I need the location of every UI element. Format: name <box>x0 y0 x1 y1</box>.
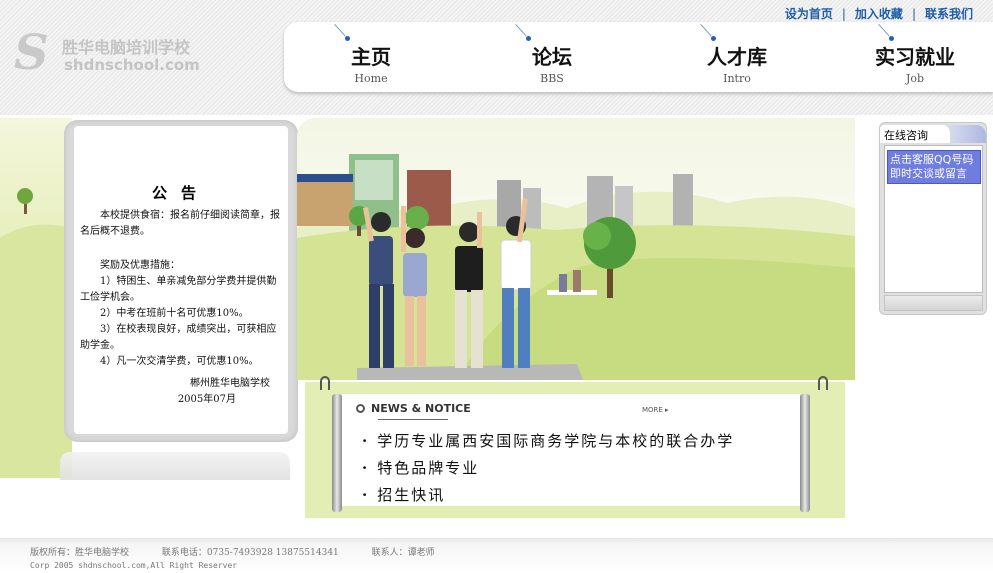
site-logo[interactable]: S 胜华电脑培训学校 shdnschool.com <box>14 28 214 80</box>
footer-copyright: 版权所有：胜华电脑学校 <box>30 548 130 558</box>
left-panel-tab <box>60 452 290 480</box>
nav-pin-icon <box>701 24 716 41</box>
target-circle-icon <box>356 404 365 413</box>
banner-illustration <box>297 118 855 380</box>
nav-item-bbs[interactable]: 论坛 BBS <box>472 22 632 92</box>
scroll-hook-icon <box>320 376 330 390</box>
nav-sublabel: Home <box>354 72 388 85</box>
set-homepage-link[interactable]: 设为首页 <box>785 7 833 21</box>
nav-label: 人才库 <box>707 45 767 69</box>
consult-tab-label: 在线咨询 <box>880 125 950 143</box>
news-scroll: NEWS & NOTICE MORE ▸ 学历专业属西安国际商务学院与本校的联合… <box>320 376 830 514</box>
consult-tab-decoration <box>948 125 986 143</box>
footer-contact: 联系人：谭老师 <box>371 548 435 558</box>
nav-sublabel: Intro <box>723 72 751 85</box>
nav-item-intro[interactable]: 人才库 Intro <box>657 22 817 92</box>
news-list: 学历专业属西安国际商务学院与本校的联合办学 特色品牌专业 招生快讯 <box>362 428 792 509</box>
news-more-link[interactable]: MORE ▸ <box>642 406 669 414</box>
left-decoration <box>0 118 72 478</box>
main-nav: 主页 Home 论坛 BBS 人才库 Intro 实习就业 Job <box>284 22 993 92</box>
logo-domain: shdnschool.com <box>64 56 200 74</box>
notice-date: 2005年07月 <box>177 394 236 405</box>
notice-body: 本校提供食宿：报名前仔细阅读简章，报名后概不退费。 奖励及优惠措施： 1）特困生… <box>80 208 286 408</box>
nav-item-job[interactable]: 实习就业 Job <box>835 22 993 92</box>
header: S 胜华电脑培训学校 shdnschool.com 设为首页 | 加入收藏 | 联系我们… <box>0 0 993 115</box>
students-cheering-image <box>297 118 855 380</box>
top-link-separator: | <box>841 7 846 21</box>
notice-measures-title: 奖励及优惠措施： <box>100 260 180 271</box>
notice-item: 2）中考在班前十名可优惠10%。 <box>100 308 249 319</box>
footer-info: 版权所有：胜华电脑学校 联系电话：0735-7493928 1387551434… <box>30 545 465 558</box>
logo-s-icon: S <box>14 25 49 81</box>
scroll-rod <box>800 394 810 512</box>
nav-item-home[interactable]: 主页 Home <box>291 22 451 92</box>
nav-sublabel: BBS <box>540 72 564 85</box>
nav-pin-icon <box>516 24 531 41</box>
news-heading-text: NEWS & NOTICE <box>371 402 471 415</box>
notice-paper: 公告 本校提供食宿：报名前仔细阅读简章，报名后概不退费。 奖励及优惠措施： 1）… <box>74 126 288 434</box>
notice-panel: 公告 本校提供食宿：报名前仔细阅读简章，报名后概不退费。 奖励及优惠措施： 1）… <box>64 120 298 442</box>
news-item[interactable]: 特色品牌专业 <box>362 455 792 482</box>
footer-corp: Corp 2005 shdnschool.com,All Right Reser… <box>30 561 238 570</box>
news-heading-underline <box>378 419 448 420</box>
nav-label: 论坛 <box>532 45 572 69</box>
news-paper: NEWS & NOTICE MORE ▸ 学历专业属西安国际商务学院与本校的联合… <box>342 394 800 506</box>
notice-signature: 郴州胜华电脑学校 <box>190 378 270 389</box>
consult-footer-bar <box>884 295 983 311</box>
notice-title: 公告 <box>151 184 210 202</box>
nav-label: 实习就业 <box>875 45 955 69</box>
news-item[interactable]: 学历专业属西安国际商务学院与本校的联合办学 <box>362 428 792 455</box>
scroll-rod <box>332 394 342 512</box>
footer-phone: 联系电话：0735-7493928 13875514341 <box>161 548 339 558</box>
notice-item: 4）凡一次交清学费，可优惠10%。 <box>100 356 259 367</box>
nav-pin-icon <box>879 24 894 41</box>
add-favorite-link[interactable]: 加入收藏 <box>855 7 903 21</box>
nav-pin-icon <box>335 24 350 41</box>
contact-us-link[interactable]: 联系我们 <box>925 7 973 21</box>
scroll-hook-icon <box>818 376 828 390</box>
consult-content: 点击客服QQ号码即时交谈或留言 <box>884 145 983 293</box>
news-heading: NEWS & NOTICE <box>356 402 471 415</box>
notice-item: 1）特困生、单亲减免部分学费并提供勤工俭学机会。 <box>80 276 277 303</box>
news-item[interactable]: 招生快讯 <box>362 482 792 509</box>
top-links: 设为首页 | 加入收藏 | 联系我们 <box>785 5 973 22</box>
nav-sublabel: Job <box>905 72 925 85</box>
notice-item: 3）在校表现良好，成绩突出，可获相应助学金。 <box>80 324 277 351</box>
online-consult-panel: 在线咨询 点击客服QQ号码即时交谈或留言 <box>879 122 987 315</box>
logo-chinese-name: 胜华电脑培训学校 <box>62 38 191 57</box>
footer: 版权所有：胜华电脑学校 联系电话：0735-7493928 1387551434… <box>0 538 993 573</box>
qq-consult-link[interactable]: 点击客服QQ号码即时交谈或留言 <box>887 150 981 184</box>
top-link-separator: | <box>911 7 916 21</box>
notice-intro: 本校提供食宿：报名前仔细阅读简章，报名后概不退费。 <box>80 210 280 237</box>
hill-tree-illustration <box>0 188 72 478</box>
nav-label: 主页 <box>351 45 391 69</box>
